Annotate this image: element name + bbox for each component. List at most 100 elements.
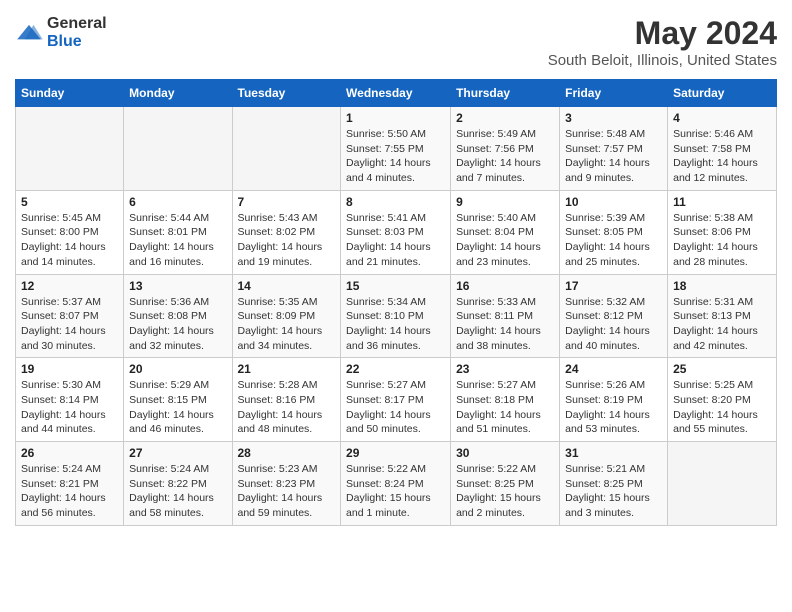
day-number: 15 bbox=[346, 279, 445, 293]
calendar-cell: 17 Sunrise: 5:32 AM Sunset: 8:12 PM Dayli… bbox=[560, 274, 668, 358]
day-info: Sunrise: 5:34 AM Sunset: 8:10 PM Dayligh… bbox=[346, 295, 445, 354]
calendar-cell: 8 Sunrise: 5:41 AM Sunset: 8:03 PM Daylig… bbox=[341, 190, 451, 274]
day-info: Sunrise: 5:31 AM Sunset: 8:13 PM Dayligh… bbox=[673, 295, 771, 354]
day-number: 11 bbox=[673, 195, 771, 209]
day-info: Sunrise: 5:23 AM Sunset: 8:23 PM Dayligh… bbox=[238, 462, 336, 521]
logo-icon bbox=[15, 23, 43, 43]
day-number: 28 bbox=[238, 446, 336, 460]
day-number: 3 bbox=[565, 111, 662, 125]
logo-text-blue: Blue bbox=[47, 33, 82, 50]
day-number: 12 bbox=[21, 279, 118, 293]
calendar-cell: 4 Sunrise: 5:46 AM Sunset: 7:58 PM Daylig… bbox=[668, 107, 777, 191]
day-number: 24 bbox=[565, 362, 662, 376]
day-info: Sunrise: 5:28 AM Sunset: 8:16 PM Dayligh… bbox=[238, 378, 336, 437]
day-info: Sunrise: 5:21 AM Sunset: 8:25 PM Dayligh… bbox=[565, 462, 662, 521]
day-info: Sunrise: 5:29 AM Sunset: 8:15 PM Dayligh… bbox=[129, 378, 226, 437]
calendar-cell: 7Sunrise: 5:43 AM Sunset: 8:02 PM Daylig… bbox=[232, 190, 341, 274]
day-info: Sunrise: 5:25 AM Sunset: 8:20 PM Dayligh… bbox=[673, 378, 771, 437]
calendar-cell: 5 Sunrise: 5:45 AM Sunset: 8:00 PM Daylig… bbox=[16, 190, 124, 274]
day-number: 22 bbox=[346, 362, 445, 376]
title-block: May 2024 South Beloit, Illinois, United … bbox=[548, 15, 777, 69]
calendar-table: SundayMondayTuesdayWednesdayThursdayFrid… bbox=[15, 79, 777, 526]
calendar-cell: 9 Sunrise: 5:40 AM Sunset: 8:04 PM Daylig… bbox=[451, 190, 560, 274]
page-header: General Blue May 2024 South Beloit, Illi… bbox=[15, 15, 777, 69]
calendar-cell: 20 Sunrise: 5:29 AM Sunset: 8:15 PM Dayli… bbox=[124, 358, 232, 442]
calendar-cell: 14 Sunrise: 5:35 AM Sunset: 8:09 PM Dayli… bbox=[232, 274, 341, 358]
calendar-cell: 31 Sunrise: 5:21 AM Sunset: 8:25 PM Dayli… bbox=[560, 442, 668, 526]
calendar-cell: 25 Sunrise: 5:25 AM Sunset: 8:20 PM Dayli… bbox=[668, 358, 777, 442]
day-number: 14 bbox=[238, 279, 336, 293]
weekday-header-row: SundayMondayTuesdayWednesdayThursdayFrid… bbox=[16, 80, 777, 107]
calendar-cell bbox=[16, 107, 124, 191]
day-number: 9 bbox=[456, 195, 554, 209]
day-number: 6 bbox=[129, 195, 226, 209]
day-info: Sunrise: 5:27 AM Sunset: 8:18 PM Dayligh… bbox=[456, 378, 554, 437]
day-number: 20 bbox=[129, 362, 226, 376]
calendar-cell: 1Sunrise: 5:50 AM Sunset: 7:55 PM Daylig… bbox=[341, 107, 451, 191]
day-number: 7 bbox=[238, 195, 336, 209]
day-info: Sunrise: 5:36 AM Sunset: 8:08 PM Dayligh… bbox=[129, 295, 226, 354]
day-info: Sunrise: 5:22 AM Sunset: 8:25 PM Dayligh… bbox=[456, 462, 554, 521]
day-info: Sunrise: 5:24 AM Sunset: 8:22 PM Dayligh… bbox=[129, 462, 226, 521]
calendar-cell: 10 Sunrise: 5:39 AM Sunset: 8:05 PM Dayli… bbox=[560, 190, 668, 274]
calendar-cell: 2Sunrise: 5:49 AM Sunset: 7:56 PM Daylig… bbox=[451, 107, 560, 191]
day-info: Sunrise: 5:46 AM Sunset: 7:58 PM Dayligh… bbox=[673, 127, 771, 186]
day-info: Sunrise: 5:50 AM Sunset: 7:55 PM Dayligh… bbox=[346, 127, 445, 186]
day-number: 2 bbox=[456, 111, 554, 125]
day-number: 21 bbox=[238, 362, 336, 376]
day-info: Sunrise: 5:24 AM Sunset: 8:21 PM Dayligh… bbox=[21, 462, 118, 521]
day-info: Sunrise: 5:35 AM Sunset: 8:09 PM Dayligh… bbox=[238, 295, 336, 354]
calendar-cell: 29Sunrise: 5:22 AM Sunset: 8:24 PM Dayli… bbox=[341, 442, 451, 526]
day-info: Sunrise: 5:48 AM Sunset: 7:57 PM Dayligh… bbox=[565, 127, 662, 186]
day-number: 31 bbox=[565, 446, 662, 460]
day-info: Sunrise: 5:39 AM Sunset: 8:05 PM Dayligh… bbox=[565, 211, 662, 270]
weekday-header-cell: Sunday bbox=[16, 80, 124, 107]
logo: General Blue bbox=[15, 15, 107, 51]
calendar-week-row: 1Sunrise: 5:50 AM Sunset: 7:55 PM Daylig… bbox=[16, 107, 777, 191]
calendar-cell: 18 Sunrise: 5:31 AM Sunset: 8:13 PM Dayli… bbox=[668, 274, 777, 358]
day-number: 16 bbox=[456, 279, 554, 293]
day-number: 4 bbox=[673, 111, 771, 125]
day-number: 18 bbox=[673, 279, 771, 293]
day-number: 10 bbox=[565, 195, 662, 209]
weekday-header-cell: Wednesday bbox=[341, 80, 451, 107]
calendar-cell bbox=[668, 442, 777, 526]
day-info: Sunrise: 5:45 AM Sunset: 8:00 PM Dayligh… bbox=[21, 211, 118, 270]
day-number: 17 bbox=[565, 279, 662, 293]
calendar-week-row: 12 Sunrise: 5:37 AM Sunset: 8:07 PM Dayli… bbox=[16, 274, 777, 358]
day-number: 19 bbox=[21, 362, 118, 376]
day-number: 30 bbox=[456, 446, 554, 460]
calendar-cell: 22Sunrise: 5:27 AM Sunset: 8:17 PM Dayli… bbox=[341, 358, 451, 442]
weekday-header-cell: Thursday bbox=[451, 80, 560, 107]
day-info: Sunrise: 5:41 AM Sunset: 8:03 PM Dayligh… bbox=[346, 211, 445, 270]
calendar-cell: 28 Sunrise: 5:23 AM Sunset: 8:23 PM Dayli… bbox=[232, 442, 341, 526]
main-title: May 2024 bbox=[548, 15, 777, 52]
calendar-cell bbox=[232, 107, 341, 191]
calendar-cell: 21 Sunrise: 5:28 AM Sunset: 8:16 PM Dayli… bbox=[232, 358, 341, 442]
day-info: Sunrise: 5:40 AM Sunset: 8:04 PM Dayligh… bbox=[456, 211, 554, 270]
day-number: 23 bbox=[456, 362, 554, 376]
day-info: Sunrise: 5:38 AM Sunset: 8:06 PM Dayligh… bbox=[673, 211, 771, 270]
day-info: Sunrise: 5:33 AM Sunset: 8:11 PM Dayligh… bbox=[456, 295, 554, 354]
calendar-cell: 24Sunrise: 5:26 AM Sunset: 8:19 PM Dayli… bbox=[560, 358, 668, 442]
day-number: 29 bbox=[346, 446, 445, 460]
day-number: 25 bbox=[673, 362, 771, 376]
calendar-cell bbox=[124, 107, 232, 191]
day-info: Sunrise: 5:44 AM Sunset: 8:01 PM Dayligh… bbox=[129, 211, 226, 270]
day-number: 5 bbox=[21, 195, 118, 209]
calendar-cell: 3 Sunrise: 5:48 AM Sunset: 7:57 PM Daylig… bbox=[560, 107, 668, 191]
day-number: 26 bbox=[21, 446, 118, 460]
calendar-week-row: 5 Sunrise: 5:45 AM Sunset: 8:00 PM Daylig… bbox=[16, 190, 777, 274]
day-info: Sunrise: 5:32 AM Sunset: 8:12 PM Dayligh… bbox=[565, 295, 662, 354]
day-info: Sunrise: 5:37 AM Sunset: 8:07 PM Dayligh… bbox=[21, 295, 118, 354]
calendar-cell: 6 Sunrise: 5:44 AM Sunset: 8:01 PM Daylig… bbox=[124, 190, 232, 274]
subtitle: South Beloit, Illinois, United States bbox=[548, 52, 777, 69]
day-number: 8 bbox=[346, 195, 445, 209]
calendar-week-row: 19Sunrise: 5:30 AM Sunset: 8:14 PM Dayli… bbox=[16, 358, 777, 442]
calendar-cell: 26 Sunrise: 5:24 AM Sunset: 8:21 PM Dayli… bbox=[16, 442, 124, 526]
weekday-header-cell: Saturday bbox=[668, 80, 777, 107]
calendar-cell: 27Sunrise: 5:24 AM Sunset: 8:22 PM Dayli… bbox=[124, 442, 232, 526]
calendar-cell: 11 Sunrise: 5:38 AM Sunset: 8:06 PM Dayli… bbox=[668, 190, 777, 274]
logo-text-general: General bbox=[47, 15, 107, 32]
calendar-body: 1Sunrise: 5:50 AM Sunset: 7:55 PM Daylig… bbox=[16, 107, 777, 526]
